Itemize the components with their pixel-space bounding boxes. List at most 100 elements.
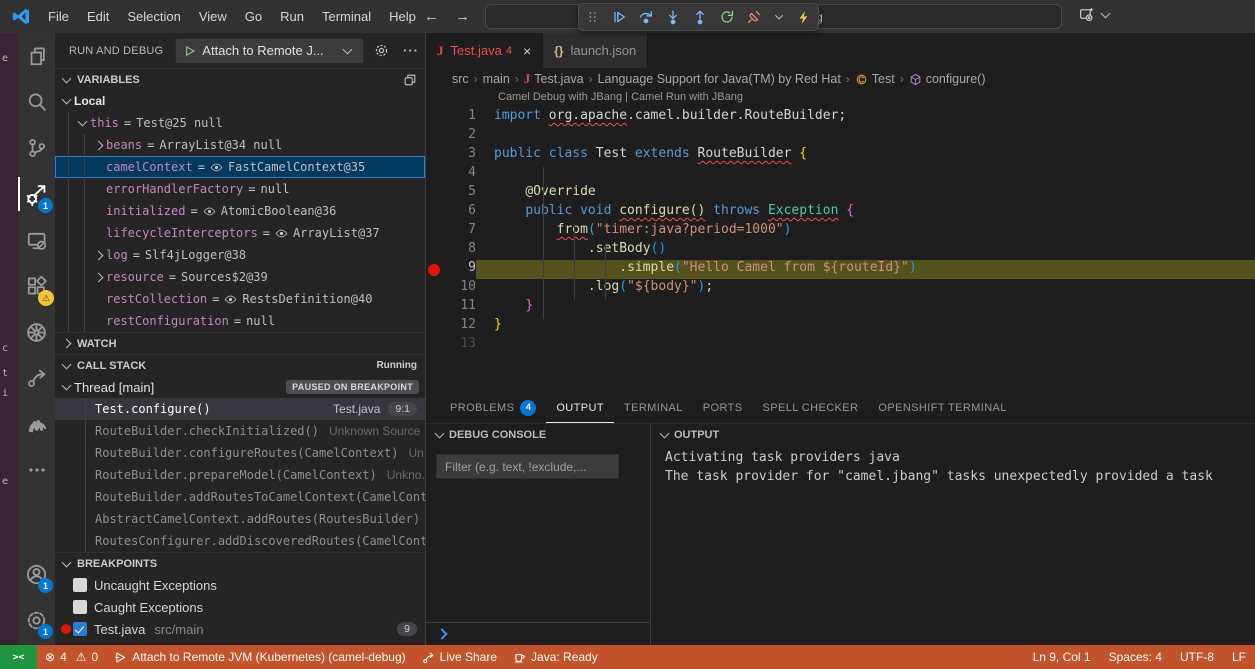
camel-activity-item[interactable] — [18, 401, 55, 447]
breakpoint-checkbox[interactable] — [73, 600, 87, 614]
restart-icon[interactable] — [719, 9, 735, 25]
code-line[interactable]: 11 } — [426, 298, 1255, 317]
remote-indicator[interactable]: >< — [0, 645, 37, 669]
code-line[interactable]: 12} — [426, 317, 1255, 336]
files-activity-item[interactable] — [18, 33, 55, 79]
stack-frame-row[interactable]: AbstractCamelContext.addRoutes(RoutesBui… — [55, 508, 425, 530]
gear-icon[interactable] — [374, 43, 389, 58]
breakpoint-gutter[interactable] — [426, 108, 446, 127]
variable-row[interactable]: errorHandlerFactory=null — [55, 178, 425, 200]
source-control-activity-item[interactable] — [18, 125, 55, 171]
breakpoint-row[interactable]: Caught Exceptions — [55, 596, 425, 618]
java-ready-status[interactable]: Java: Ready — [505, 645, 606, 669]
watch-section-header[interactable]: WATCH — [55, 332, 425, 354]
eye-icon[interactable] — [210, 161, 223, 174]
call-stack-section-header[interactable]: CALL STACK Running — [55, 354, 425, 376]
code-line[interactable]: 9 .simple("Hello Camel from ${routeId}") — [426, 260, 1255, 279]
breakpoints-section-header[interactable]: BREAKPOINTS — [55, 552, 425, 574]
stack-frame-row[interactable]: RouteBuilder.addRoutesToCamelContext(Cam… — [55, 486, 425, 508]
menu-help[interactable]: Help — [380, 6, 425, 27]
search-activity-item[interactable] — [18, 79, 55, 125]
variable-row[interactable]: restCollection=RestsDefinition@40 — [55, 288, 425, 310]
stack-frame-row[interactable]: Test.configure()Test.java9:1 — [55, 398, 425, 420]
menu-file[interactable]: File — [39, 6, 78, 27]
breakpoint-gutter[interactable] — [426, 241, 446, 260]
code-line[interactable]: 3public class Test extends RouteBuilder … — [426, 146, 1255, 165]
breakpoint-gutter[interactable] — [426, 203, 446, 222]
eye-icon[interactable] — [275, 227, 288, 240]
panel-tab-openshift-terminal[interactable]: OPENSHIFT TERMINAL — [868, 393, 1016, 423]
account-activity-item[interactable]: 1 — [18, 551, 55, 597]
status-lf[interactable]: LF — [1223, 645, 1255, 669]
extensions-activity-item[interactable]: ⚠ — [18, 263, 55, 309]
breakpoint-checkbox[interactable] — [73, 622, 87, 636]
hot-code-icon[interactable] — [796, 10, 811, 25]
breakpoint-row[interactable]: Test.javasrc/main9 — [55, 618, 425, 640]
back-icon[interactable]: ← — [424, 8, 439, 25]
breakpoint-checkbox[interactable] — [73, 578, 87, 592]
thread-row[interactable]: Thread [main] PAUSED ON BREAKPOINT — [55, 376, 425, 398]
tab-test-java[interactable]: JTest.java4× — [426, 33, 543, 68]
forward-icon[interactable]: → — [455, 8, 470, 25]
run-debug-activity-item[interactable]: 1 — [18, 171, 55, 217]
variable-row[interactable]: this=Test@25 null — [55, 112, 425, 134]
breadcrumb-item[interactable]: Test — [855, 72, 895, 86]
breadcrumb-item[interactable]: main — [483, 72, 510, 86]
breadcrumb-item[interactable]: src — [452, 72, 469, 86]
debug-console-input[interactable] — [426, 622, 650, 645]
code-line[interactable]: 4 — [426, 165, 1255, 184]
output-header[interactable]: OUTPUT — [651, 423, 1255, 445]
breadcrumb-item[interactable]: Language Support for Java(TM) by Red Hat — [598, 72, 841, 86]
menu-go[interactable]: Go — [236, 6, 271, 27]
tab-launch-json[interactable]: {}launch.json — [543, 33, 648, 68]
eye-icon[interactable] — [224, 293, 237, 306]
code-line[interactable]: 6 public void configure() throws Excepti… — [426, 203, 1255, 222]
kubernetes-activity-item[interactable] — [18, 309, 55, 355]
variable-row[interactable]: log=Slf4jLogger@38 — [55, 244, 425, 266]
variables-section-header[interactable]: VARIABLES — [55, 68, 425, 90]
code-line[interactable]: 7 from("timer:java?period=1000") — [426, 222, 1255, 241]
stack-frame-row[interactable]: RouteBuilder.configureRoutes(CamelContex… — [55, 442, 425, 464]
more-actions-icon[interactable]: ··· — [403, 43, 419, 58]
remote-explorer-activity-item[interactable] — [18, 217, 55, 263]
variable-row[interactable]: lifecycleInterceptors=ArrayList@37 — [55, 222, 425, 244]
breadcrumb-item[interactable]: configure() — [909, 72, 986, 86]
step-into-icon[interactable] — [665, 9, 681, 25]
debug-attach-status[interactable]: Attach to Remote JVM (Kubernetes) (camel… — [106, 645, 413, 669]
variable-row[interactable]: camelContext=FastCamelContext@35 — [55, 156, 425, 178]
settings-activity-item[interactable]: 1 — [18, 597, 55, 643]
collapse-all-icon[interactable] — [403, 73, 417, 87]
status-spaces-4[interactable]: Spaces: 4 — [1100, 645, 1171, 669]
openshift-activity-item[interactable] — [18, 355, 55, 401]
variable-row[interactable]: beans=ArrayList@34 null — [55, 134, 425, 156]
panel-tab-terminal[interactable]: TERMINAL — [614, 393, 693, 423]
continue-icon[interactable] — [611, 9, 627, 25]
live-share-status[interactable]: Live Share — [414, 645, 505, 669]
close-icon[interactable]: × — [523, 43, 531, 59]
panel-tab-problems[interactable]: PROBLEMS4 — [440, 393, 546, 423]
breakpoint-gutter[interactable] — [426, 298, 446, 317]
eye-icon[interactable] — [203, 205, 216, 218]
step-out-icon[interactable] — [692, 9, 708, 25]
breakpoint-row[interactable]: Uncaught Exceptions — [55, 574, 425, 596]
chevron-icon[interactable] — [773, 11, 785, 23]
disconnect-icon[interactable] — [746, 9, 762, 25]
stack-frame-row[interactable]: RouteBuilder.checkInitialized()Unknown S… — [55, 420, 425, 442]
breakpoint-current-icon[interactable] — [426, 260, 446, 279]
breakpoint-gutter[interactable] — [426, 165, 446, 184]
code-line[interactable]: 10 .log("${body}"); — [426, 279, 1255, 298]
breadcrumb-item[interactable]: JTest.java — [524, 71, 584, 87]
breakpoint-gutter[interactable] — [426, 146, 446, 165]
debug-console-header[interactable]: DEBUG CONSOLE — [426, 423, 650, 445]
menu-selection[interactable]: Selection — [118, 6, 189, 27]
stack-frame-row[interactable]: RouteBuilder.prepareModel(CamelContext)U… — [55, 464, 425, 486]
menu-edit[interactable]: Edit — [78, 6, 118, 27]
breakpoint-gutter[interactable] — [426, 127, 446, 146]
panel-tab-spell-checker[interactable]: SPELL CHECKER — [753, 393, 869, 423]
debug-config-select[interactable]: Attach to Remote J... — [175, 38, 364, 64]
breakpoint-gutter[interactable] — [426, 336, 446, 355]
status-utf-8[interactable]: UTF-8 — [1171, 645, 1223, 669]
code-line[interactable]: 1import org.apache.camel.builder.RouteBu… — [426, 108, 1255, 127]
menu-run[interactable]: Run — [271, 6, 313, 27]
variable-row[interactable]: resource=Sources$2@39 — [55, 266, 425, 288]
